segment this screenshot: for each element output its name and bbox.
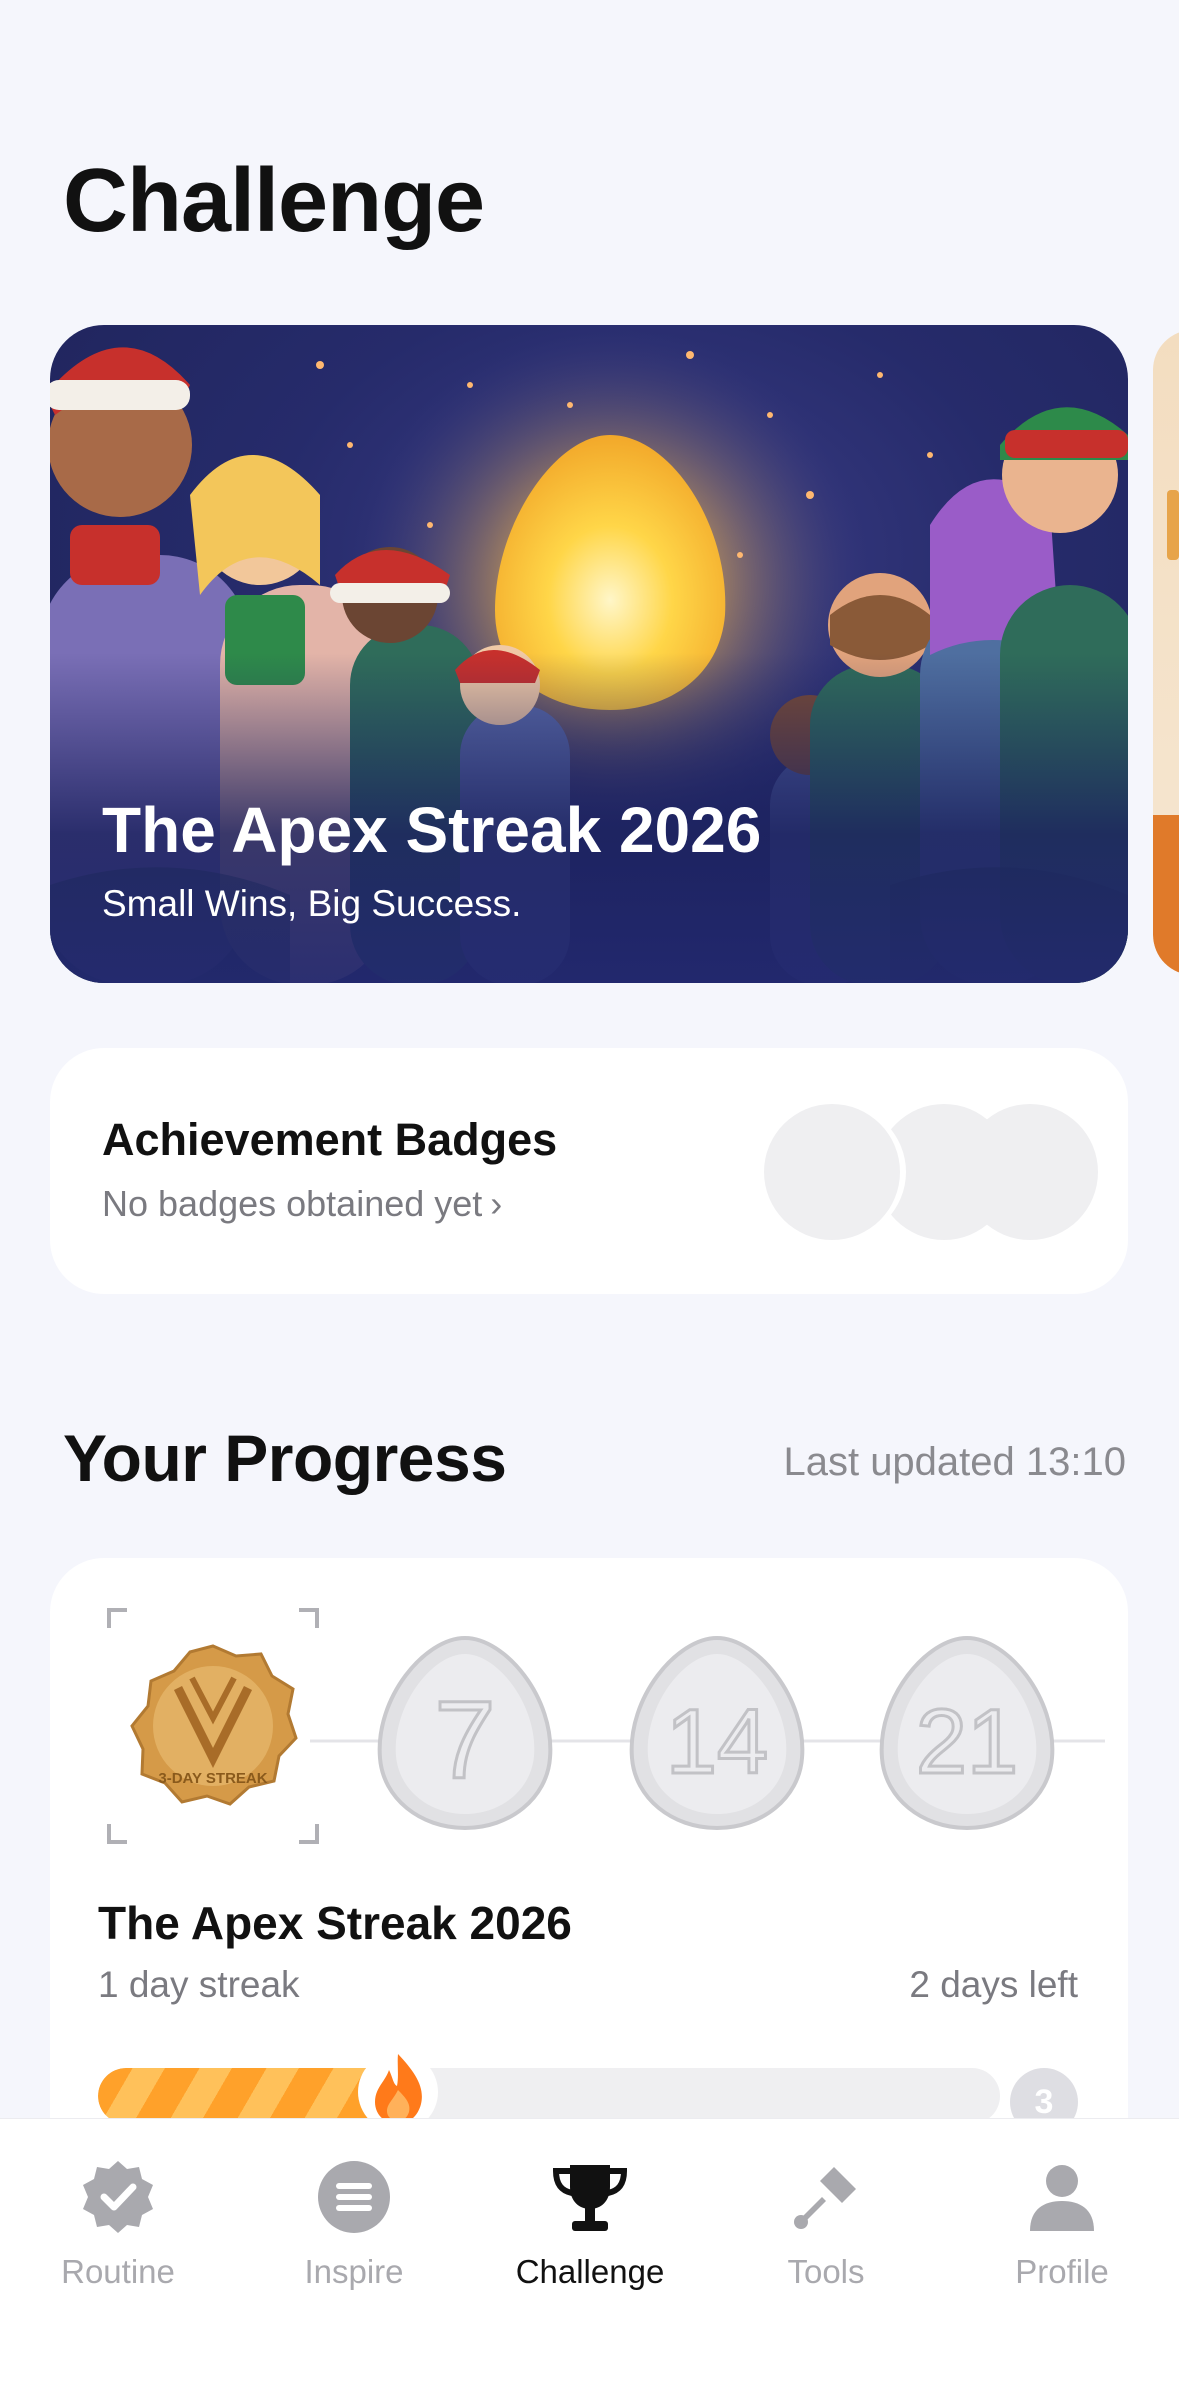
badges-subtitle: No badges obtained yet › [102, 1183, 502, 1225]
list-icon [318, 2161, 390, 2233]
badge-7-day[interactable]: 7 [377, 1635, 553, 1831]
peek-decoration [1167, 490, 1179, 560]
badge-21-day[interactable]: 21 [879, 1635, 1055, 1831]
peek-decoration-strip [1153, 815, 1179, 975]
milestone-badges: 3-DAY STREAK 7 14 21 [107, 1608, 1105, 1844]
badge-placeholder-1 [764, 1104, 900, 1240]
challenge-name: The Apex Streak 2026 [98, 1897, 572, 1949]
badge-check-icon [83, 2161, 153, 2233]
tab-tools-label: Tools [787, 2253, 865, 2290]
tab-profile-label: Profile [1015, 2253, 1109, 2290]
badge-14-day[interactable]: 14 [629, 1635, 805, 1831]
badges-status-text: No badges obtained yet [102, 1183, 483, 1224]
achievement-badges-card[interactable]: Achievement Badges No badges obtained ye… [50, 1048, 1128, 1294]
progress-section-title: Your Progress [63, 1421, 507, 1495]
tab-challenge-label: Challenge [515, 2253, 665, 2290]
tab-bar: Routine Inspire Challenge Tools Profile [0, 2118, 1179, 2397]
badge-21-number: 21 [916, 1691, 1018, 1793]
badges-title: Achievement Badges [102, 1114, 558, 1165]
tab-inspire-label: Inspire [304, 2253, 404, 2290]
badge-7-number: 7 [434, 1679, 495, 1802]
streak-count: 1 day streak [98, 1964, 300, 2005]
tab-routine-label: Routine [61, 2253, 175, 2290]
days-left: 2 days left [909, 1964, 1078, 2005]
progress-card[interactable]: 3-DAY STREAK 7 14 21 The Apex Streak 202… [50, 1558, 1128, 2136]
badge-14-number: 14 [666, 1691, 768, 1793]
trophy-icon [552, 2165, 628, 2231]
chevron-right-icon: › [490, 1183, 503, 1224]
person-icon [1030, 2165, 1094, 2231]
streak-progress-bar [98, 2068, 1000, 2124]
challenge-banner[interactable]: The Apex Streak 2026 Small Wins, Big Suc… [50, 325, 1128, 983]
badge-3-day-streak[interactable]: 3-DAY STREAK [130, 1644, 298, 1806]
badge-3-label: 3-DAY STREAK [158, 1770, 267, 1787]
page-title: Challenge [63, 151, 485, 251]
banner-subtitle: Small Wins, Big Success. [102, 883, 522, 924]
next-banner-peek[interactable] [1153, 330, 1179, 975]
banner-title: The Apex Streak 2026 [102, 794, 762, 866]
last-updated-text: Last updated 13:10 [783, 1440, 1126, 1484]
tools-icon [794, 2167, 856, 2229]
